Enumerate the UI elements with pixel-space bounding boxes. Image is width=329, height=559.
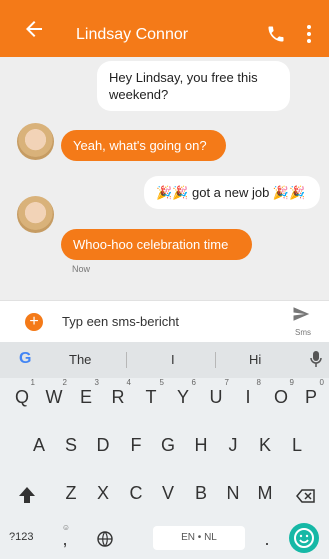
key-row-1: Q1 W2 E3 R4 T5 Y6 U7 I8 O9 P0	[0, 378, 329, 418]
backspace-icon[interactable]	[296, 486, 316, 506]
key-u[interactable]: U7	[205, 378, 230, 408]
mic-icon[interactable]	[310, 351, 322, 367]
message-bubble: Whoo-hoo celebration time	[61, 229, 252, 260]
key-z[interactable]: Z	[60, 483, 82, 504]
key-hint: 3	[94, 378, 99, 387]
key-hint: 2	[62, 378, 67, 387]
contact-avatar	[17, 196, 54, 233]
google-icon[interactable]: G	[19, 350, 31, 368]
key-t[interactable]: T5	[140, 378, 165, 408]
suggestion[interactable]: I	[171, 352, 175, 367]
key-x[interactable]: X	[92, 483, 114, 504]
contact-name: Lindsay Connor	[76, 26, 189, 43]
suggestion-divider	[215, 352, 216, 368]
keyboard: G The I Hi Q1 W2 E3 R4 T5 Y6 U7 I8 O9 P0…	[0, 342, 329, 559]
emoji-icon-glyph	[294, 528, 314, 548]
message-time: Now	[72, 264, 91, 274]
key-j[interactable]: J	[222, 435, 244, 456]
key-b[interactable]: B	[190, 483, 212, 504]
send-icon[interactable]	[291, 305, 311, 323]
key-i[interactable]: I8	[237, 378, 261, 408]
phone-icon[interactable]	[266, 24, 286, 44]
key-row-4: ?123 , ☺ EN • NL .	[0, 522, 329, 559]
key-r[interactable]: R4	[107, 378, 132, 408]
key-label: W	[45, 387, 63, 407]
key-d[interactable]: D	[92, 435, 114, 456]
comma-key[interactable]: , ☺	[54, 523, 76, 550]
key-o[interactable]: O9	[270, 378, 294, 408]
suggestion-strip: G The I Hi	[0, 342, 329, 378]
key-hint: 6	[191, 378, 196, 387]
key-label: Q	[14, 387, 29, 407]
key-label: P	[304, 387, 317, 407]
message-bubble: Yeah, what's going on?	[61, 130, 226, 161]
conversation: Hey Lindsay, you free this weekend? Yeah…	[0, 57, 329, 300]
key-label: O	[273, 387, 288, 407]
space-bar[interactable]: EN • NL	[153, 526, 245, 550]
key-label: ,	[62, 529, 68, 549]
key-m[interactable]: M	[254, 483, 276, 504]
send-label: Sms	[295, 328, 311, 337]
key-row-3: Z X C V B N M	[0, 476, 329, 514]
key-h[interactable]: H	[190, 435, 212, 456]
app-bar: Lindsay Connor	[0, 0, 329, 57]
key-e[interactable]: E3	[75, 378, 99, 408]
key-n[interactable]: N	[222, 483, 244, 504]
key-v[interactable]: V	[157, 483, 179, 504]
key-row-2: A S D F G H J K L	[0, 428, 329, 466]
composer: + Sms	[0, 300, 329, 342]
key-hint: 8	[256, 378, 261, 387]
key-hint: 7	[224, 378, 229, 387]
key-label: U	[209, 387, 223, 407]
message-bubble: Hey Lindsay, you free this weekend?	[97, 61, 290, 111]
suggestion[interactable]: Hi	[249, 352, 261, 367]
key-hint: 9	[289, 378, 294, 387]
emoji-icon[interactable]	[289, 523, 319, 553]
shift-icon[interactable]	[17, 485, 37, 505]
key-label: E	[79, 387, 92, 407]
key-label: R	[111, 387, 125, 407]
key-y[interactable]: Y6	[172, 378, 196, 408]
more-icon[interactable]	[302, 24, 316, 44]
key-label: I	[245, 387, 251, 407]
key-q[interactable]: Q1	[11, 378, 35, 408]
globe-icon[interactable]	[96, 530, 114, 548]
back-icon[interactable]	[22, 17, 46, 41]
key-f[interactable]: F	[125, 435, 147, 456]
key-p[interactable]: P0	[300, 378, 324, 408]
key-g[interactable]: G	[157, 435, 179, 456]
message-bubble: 🎉🎉 got a new job 🎉🎉	[144, 176, 320, 209]
key-k[interactable]: K	[254, 435, 276, 456]
key-hint: 1	[30, 378, 35, 387]
key-hint: 0	[319, 378, 324, 387]
key-c[interactable]: C	[125, 483, 147, 504]
symbols-key[interactable]: ?123	[9, 531, 33, 543]
key-l[interactable]: L	[286, 435, 308, 456]
key-label: T	[145, 387, 157, 407]
suggestion[interactable]: The	[69, 352, 91, 367]
key-s[interactable]: S	[60, 435, 82, 456]
key-label: Y	[176, 387, 189, 407]
emoji-hint: ☺	[61, 523, 70, 532]
key-hint: 5	[159, 378, 164, 387]
message-input[interactable]	[62, 311, 272, 331]
period-key[interactable]: .	[256, 529, 278, 550]
key-w[interactable]: W2	[43, 378, 68, 408]
add-icon[interactable]: +	[25, 313, 43, 331]
suggestion-divider	[126, 352, 127, 368]
contact-avatar	[17, 123, 54, 160]
key-a[interactable]: A	[28, 435, 50, 456]
key-hint: 4	[126, 378, 131, 387]
